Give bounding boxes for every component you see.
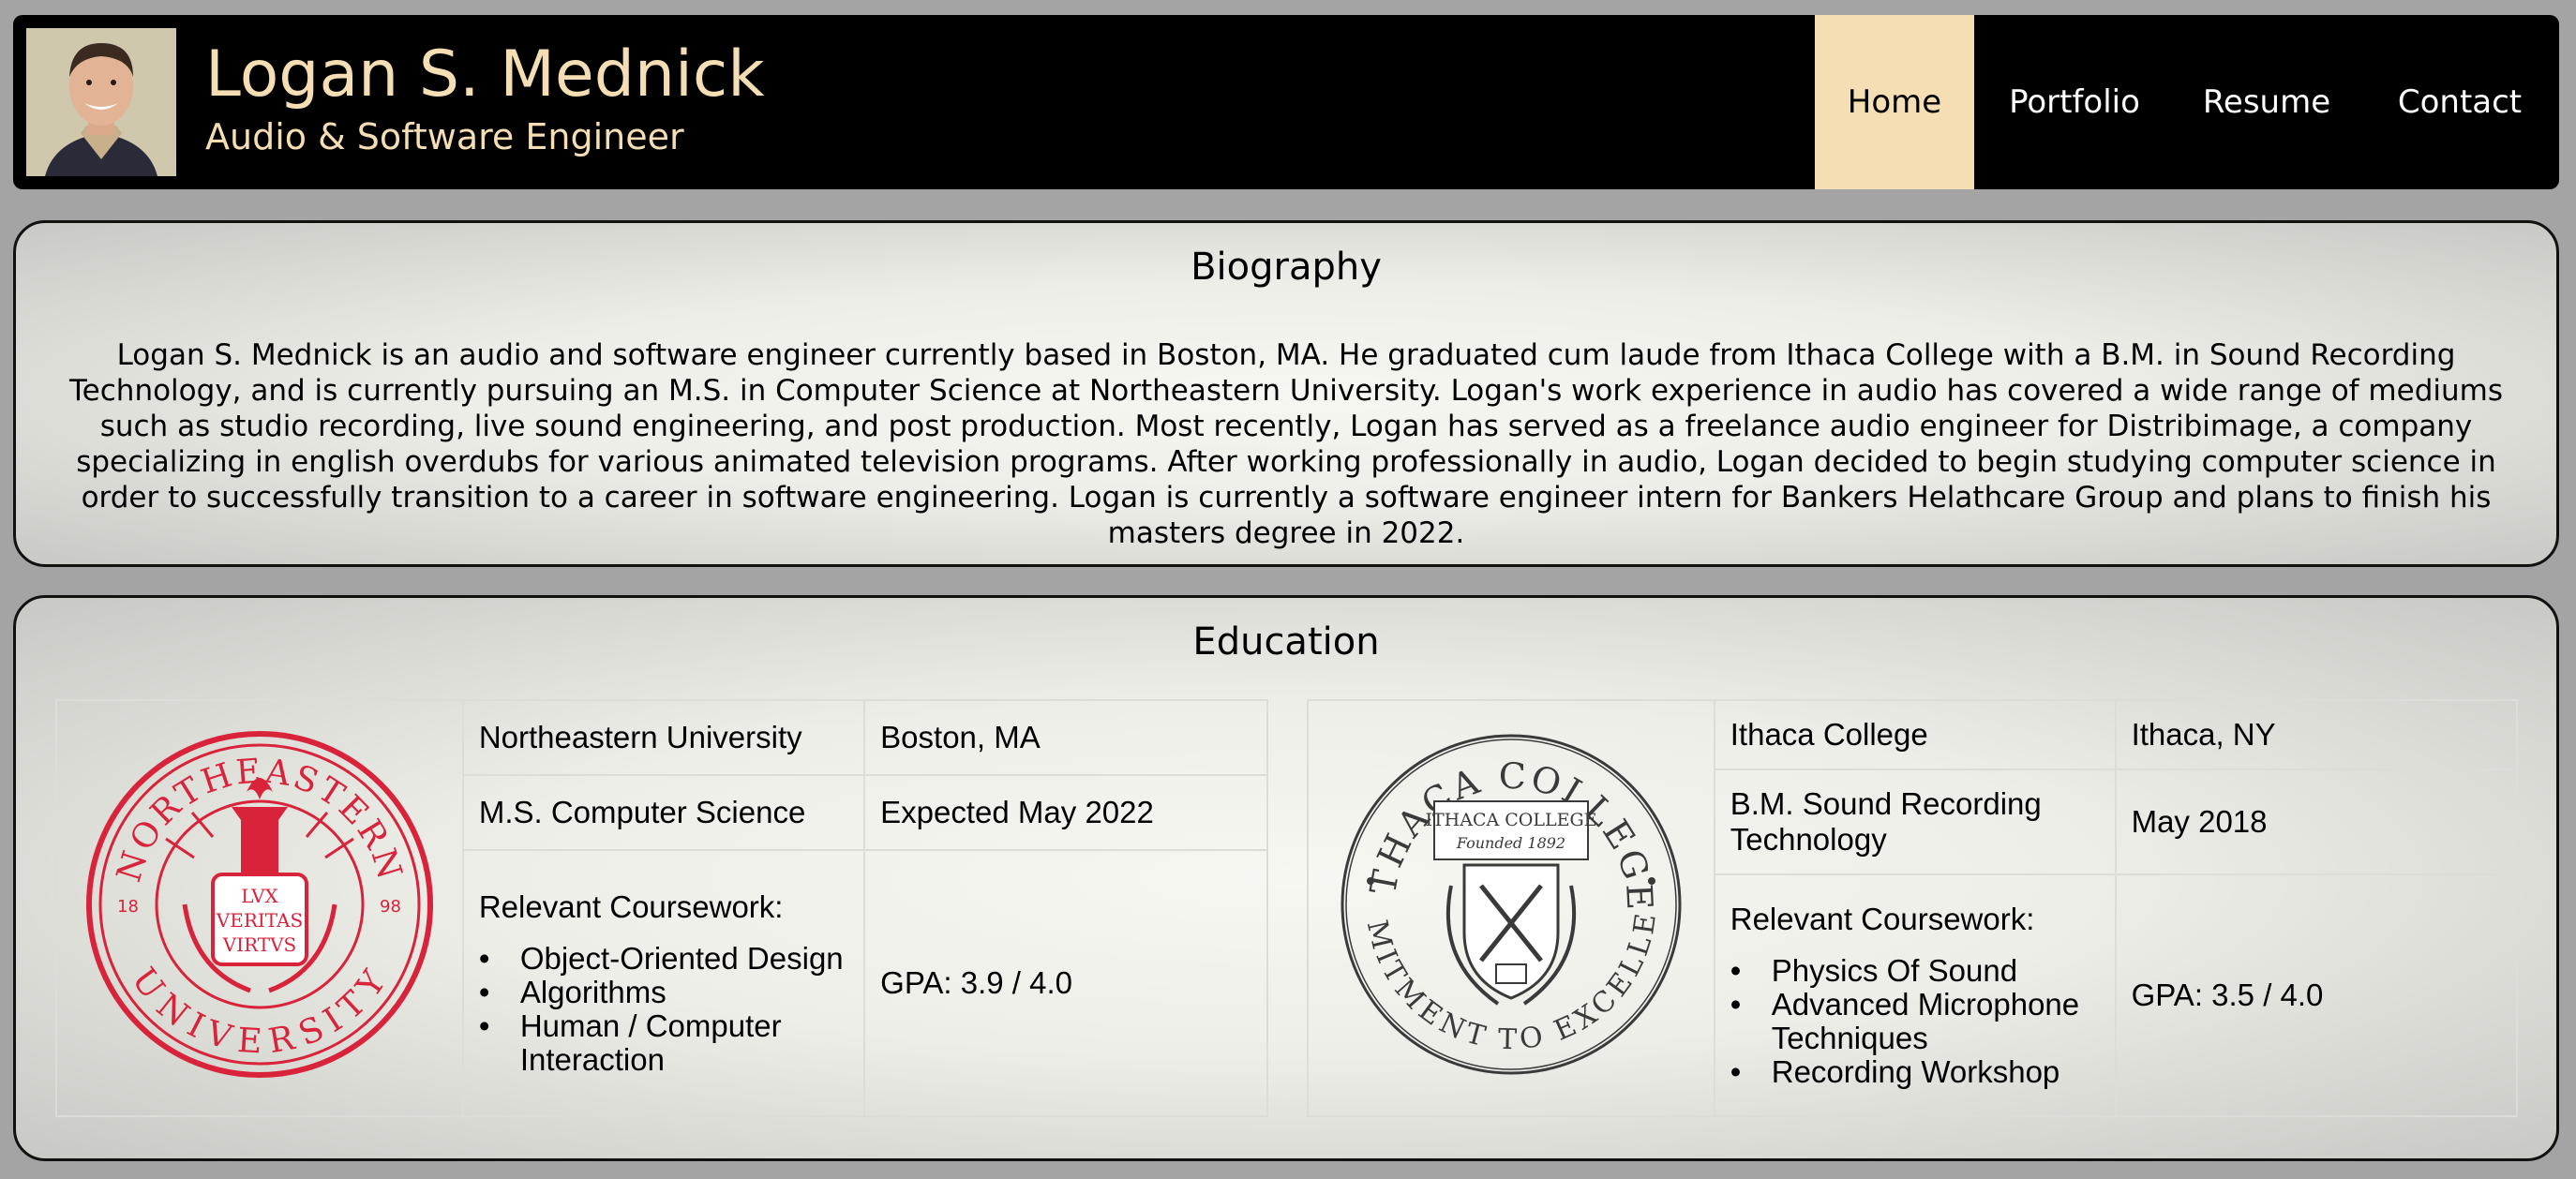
coursework-list: Physics Of Sound Advanced Microphone Tec… [1730, 954, 2100, 1090]
svg-text:Founded 1892: Founded 1892 [1456, 834, 1565, 852]
education-table-northeastern: NORTHEASTERN UNIVERSITY 18 98 LVX VERITA… [55, 699, 1268, 1117]
list-item: Advanced Microphone Techniques [1730, 988, 2100, 1055]
coursework-label: Relevant Coursework: [478, 889, 784, 924]
svg-text:VIRTVS: VIRTVS [222, 933, 297, 956]
avatar [26, 28, 176, 176]
main-nav: Home Portfolio Resume Contact [1815, 15, 2559, 189]
svg-text:ITHACA COLLEGE: ITHACA COLLEGE [1425, 810, 1596, 830]
nav-home[interactable]: Home [1815, 15, 1974, 189]
biography-text: Logan S. Mednick is an audio and softwar… [69, 338, 2503, 550]
ithaca-seal-icon: ITHACA COLLEGE COMMITMENT TO EXCELLENCE … [1318, 694, 1682, 1075]
svg-text:LVX: LVX [241, 885, 278, 907]
nav-portfolio[interactable]: Portfolio [1976, 15, 2173, 189]
degree: B.M. Sound Recording Technology [1713, 769, 2117, 875]
biography-panel: Biography Logan S. Mednick is an audio a… [13, 220, 2559, 567]
list-item: Algorithms [479, 976, 848, 1010]
degree: M.S. Computer Science [461, 774, 866, 851]
coursework-cell: Relevant Coursework: Object-Oriented Des… [461, 849, 866, 1117]
list-item: Human / Computer Interaction [479, 1009, 848, 1077]
graduation-date: Expected May 2022 [863, 774, 1268, 851]
school-name: Northeastern University [461, 699, 866, 776]
list-item: Object-Oriented Design [479, 942, 848, 977]
education-title: Education [1192, 620, 1380, 664]
education-table-ithaca: ITHACA COLLEGE COMMITMENT TO EXCELLENCE … [1307, 694, 2519, 1117]
list-item: Recording Workshop [1730, 1055, 2100, 1090]
seal-cell: ITHACA COLLEGE COMMITMENT TO EXCELLENCE … [1307, 694, 1715, 1117]
svg-text:18: 18 [117, 897, 139, 917]
school-location: Boston, MA [863, 699, 1268, 776]
site-subtitle: Audio & Software Engineer [205, 116, 684, 157]
biography-title: Biography [1191, 246, 1382, 289]
list-item: Physics Of Sound [1730, 954, 2100, 989]
nav-contact[interactable]: Contact [2360, 15, 2559, 189]
education-panel: Education NORTHEASTERN UNIVERSITY 18 98 … [13, 595, 2559, 1161]
coursework-list: Object-Oriented Design Algorithms Human … [479, 942, 848, 1077]
school-name: Ithaca College [1713, 699, 2117, 770]
graduation-date: May 2018 [2114, 769, 2519, 875]
northeastern-seal-icon: NORTHEASTERN UNIVERSITY 18 98 LVX VERITA… [85, 731, 433, 1078]
seal-cell: NORTHEASTERN UNIVERSITY 18 98 LVX VERITA… [55, 699, 464, 1117]
coursework-label: Relevant Coursework: [1730, 902, 2035, 936]
svg-text:98: 98 [380, 897, 401, 917]
site-header: Logan S. Mednick Audio & Software Engine… [13, 15, 2559, 189]
school-location: Ithaca, NY [2114, 699, 2519, 770]
svg-text:VERITAS: VERITAS [216, 909, 303, 932]
site-name: Logan S. Mednick [205, 37, 765, 112]
coursework-cell: Relevant Coursework: Physics Of Sound Ad… [1713, 873, 2117, 1117]
gpa: GPA: 3.5 / 4.0 [2114, 873, 2519, 1117]
gpa: GPA: 3.9 / 4.0 [863, 849, 1268, 1117]
nav-resume[interactable]: Resume [2173, 15, 2360, 189]
